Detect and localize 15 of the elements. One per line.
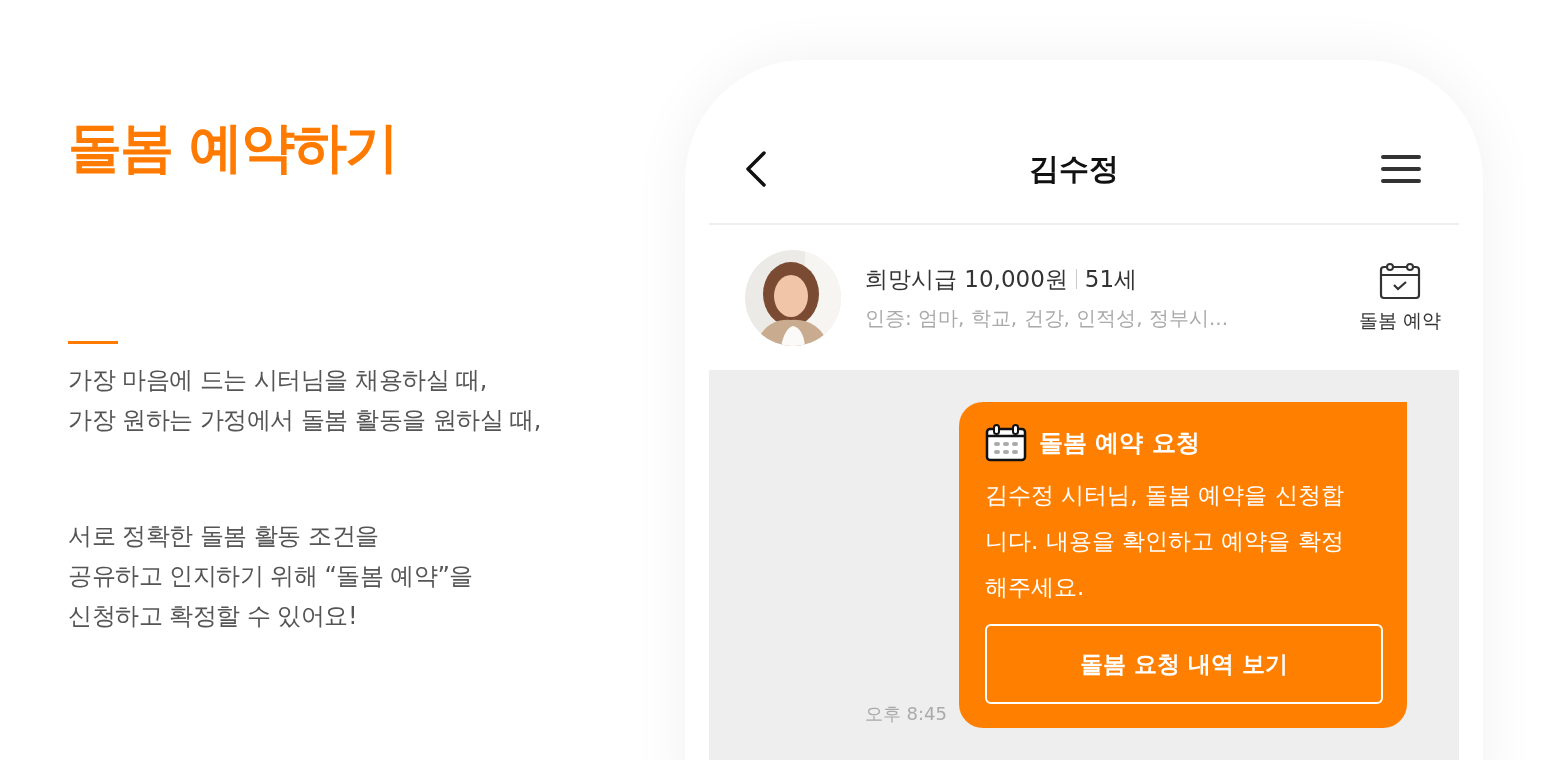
calendar-icon	[985, 424, 1027, 462]
certifications: 인증: 엄마, 학교, 건강, 인적성, 정부시...	[865, 304, 1230, 332]
hourly-wage: 희망시급 10,000원	[865, 264, 1068, 294]
message-title: 돌봄 예약 요청	[1039, 428, 1200, 459]
message-text: 김수정 시터님, 돌봄 예약을 신청합니다. 내용을 확인하고 예약을 확정해주세요.	[985, 481, 1345, 602]
calendar-check-icon	[1378, 261, 1421, 300]
booking-button[interactable]: 돌봄 예약	[1358, 261, 1441, 334]
page-heading: 돌봄 예약하기	[68, 115, 398, 181]
description-paragraph: 서로 정확한 돌봄 활동 조건을 공유하고 인지하기 위해 “돌봄 예약”을 신청하고 확정할 수 있어요!	[68, 521, 474, 632]
description-paragraph: 가장 마음에 드는 시터님을 채용하실 때, 가장 원하는 가정에서 돌봄 활동을 원하실 때,	[68, 365, 542, 436]
chat-title: 김수정	[1029, 149, 1119, 188]
message-time: 오후 8:45	[864, 702, 947, 726]
menu-icon[interactable]	[1381, 154, 1421, 184]
back-icon[interactable]	[745, 151, 767, 187]
age: 51세	[1084, 264, 1138, 294]
